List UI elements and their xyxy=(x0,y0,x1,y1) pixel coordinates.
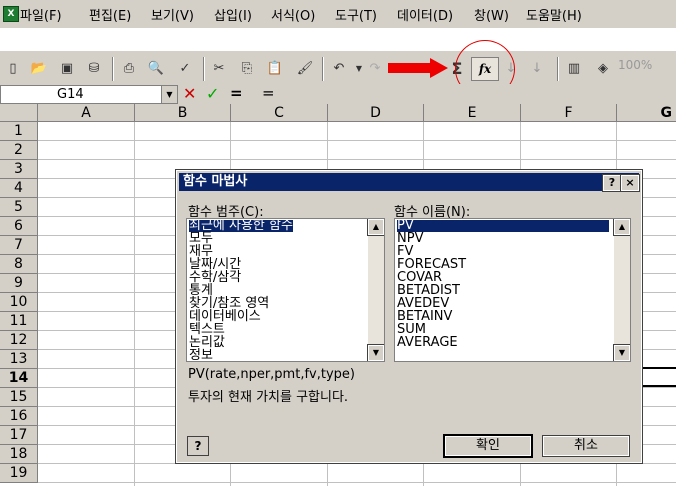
row-header[interactable]: 1 xyxy=(0,122,38,141)
column-header-e[interactable]: E xyxy=(424,104,521,122)
row-header[interactable]: 4 xyxy=(0,179,38,198)
row-header[interactable]: 19 xyxy=(0,464,38,483)
menu-data[interactable]: 데이터(D) xyxy=(397,5,453,24)
function-listbox[interactable]: PV NPV FV FORECAST COVAR BETADIST AVEDEV… xyxy=(394,218,631,362)
menu-format[interactable]: 서식(O) xyxy=(271,5,315,24)
office-assistant-icon[interactable]: ? xyxy=(187,436,209,456)
standard-toolbar: ▯ 📂 ▣ ⛁ ⎙ 🔍 ✓ ✂ ⎘ 📋 🖌 ↶ ▼ ↷ Σ ↓ ↓ ▥ ◈ xyxy=(0,50,676,86)
function-scrollbar[interactable]: ▲ ▼ xyxy=(613,219,630,361)
grid-line xyxy=(134,122,135,486)
toolbar-separator xyxy=(112,57,114,81)
category-scrollbar[interactable]: ▲ ▼ xyxy=(367,219,384,361)
spelling-icon[interactable]: ✓ xyxy=(176,60,194,78)
enter-icon[interactable]: ✓ xyxy=(206,84,219,103)
grid-line xyxy=(38,140,676,141)
grid-line xyxy=(38,159,676,160)
menu-bar: X 파일(F) 편집(E) 보기(V) 삽입(I) 서식(O) 도구(T) 데이… xyxy=(0,0,676,29)
redo-icon[interactable]: ↷ xyxy=(366,60,384,78)
row-header-active[interactable]: 14 xyxy=(0,369,38,388)
excel-app-icon[interactable]: X xyxy=(3,6,19,22)
menu-file[interactable]: 파일(F) xyxy=(20,5,62,24)
scroll-up-icon[interactable]: ▲ xyxy=(367,219,384,236)
close-icon[interactable]: × xyxy=(620,174,640,192)
cut-icon[interactable]: ✂ xyxy=(210,60,228,78)
menu-help[interactable]: 도움말(H) xyxy=(526,5,582,24)
dialog-title: 함수 마법사 xyxy=(183,174,248,189)
row-header[interactable]: 5 xyxy=(0,198,38,217)
name-box[interactable]: G14 ▼ xyxy=(0,85,178,104)
row-header[interactable]: 3 xyxy=(0,160,38,179)
column-header-b[interactable]: B xyxy=(135,104,231,122)
formula-input[interactable]: = xyxy=(262,84,275,102)
column-header-f[interactable]: F xyxy=(521,104,617,122)
menu-edit[interactable]: 편집(E) xyxy=(89,5,131,24)
chevron-down-icon[interactable]: ▼ xyxy=(161,86,177,103)
open-icon[interactable]: 📂 xyxy=(30,60,48,78)
paste-icon[interactable]: 📋 xyxy=(266,60,284,78)
category-listbox[interactable]: 최근에 사용한 함수 모두 재무 날짜/시간 수학/삼각 통계 찾기/참조 영역… xyxy=(186,218,385,362)
row-header[interactable]: 2 xyxy=(0,141,38,160)
print-icon[interactable]: ⎙ xyxy=(120,60,138,78)
menu-insert[interactable]: 삽입(I) xyxy=(214,5,252,24)
menu-view[interactable]: 보기(V) xyxy=(151,5,194,24)
scroll-up-icon[interactable]: ▲ xyxy=(613,219,630,236)
dialog-title-bar[interactable]: 함수 마법사 ? × xyxy=(179,173,640,192)
permission-icon[interactable]: ⛁ xyxy=(85,60,103,78)
row-header[interactable]: 7 xyxy=(0,236,38,255)
column-header-c[interactable]: C xyxy=(231,104,328,122)
list-item[interactable]: PV xyxy=(397,219,609,232)
row-header[interactable]: 8 xyxy=(0,255,38,274)
ok-button[interactable]: 확인 xyxy=(443,434,533,458)
row-header[interactable]: 15 xyxy=(0,388,38,407)
active-cell-g14[interactable] xyxy=(642,367,676,387)
list-item[interactable]: AVERAGE xyxy=(397,336,458,349)
row-header[interactable]: 18 xyxy=(0,445,38,464)
function-description: 투자의 현재 가치를 구합니다. xyxy=(188,390,349,405)
red-arrow-annotation xyxy=(388,58,448,78)
column-header-g[interactable]: G xyxy=(617,104,676,122)
undo-icon[interactable]: ↶ xyxy=(330,60,348,78)
menu-window[interactable]: 창(W) xyxy=(474,5,509,24)
column-header-d[interactable]: D xyxy=(328,104,424,122)
edit-formula-icon[interactable]: = xyxy=(230,84,243,102)
row-header[interactable]: 11 xyxy=(0,312,38,331)
function-syntax: PV(rate,nper,pmt,fv,type) xyxy=(188,367,355,382)
grid-line xyxy=(38,482,676,483)
row-header[interactable]: 13 xyxy=(0,350,38,369)
print-preview-icon[interactable]: 🔍 xyxy=(147,60,165,78)
cancel-entry-icon[interactable]: ✕ xyxy=(183,84,196,103)
new-file-icon[interactable]: ▯ xyxy=(4,60,22,78)
toolbar-separator xyxy=(203,57,205,81)
row-header[interactable]: 16 xyxy=(0,407,38,426)
sort-descending-icon[interactable]: ↓ xyxy=(528,60,546,78)
zoom-box[interactable]: 100% xyxy=(618,58,676,76)
select-all-corner[interactable] xyxy=(0,104,38,122)
column-header-a[interactable]: A xyxy=(38,104,135,122)
row-header[interactable]: 10 xyxy=(0,293,38,312)
drawing-icon[interactable]: ◈ xyxy=(594,60,612,78)
toolbar-separator xyxy=(557,57,559,81)
scroll-down-icon[interactable]: ▼ xyxy=(613,344,630,361)
name-box-value: G14 xyxy=(57,87,84,102)
row-header[interactable]: 9 xyxy=(0,274,38,293)
row-header[interactable]: 6 xyxy=(0,217,38,236)
chart-wizard-icon[interactable]: ▥ xyxy=(565,60,583,78)
scroll-down-icon[interactable]: ▼ xyxy=(367,344,384,361)
grid-line xyxy=(38,463,676,464)
copy-icon[interactable]: ⎘ xyxy=(238,60,256,78)
menu-tools[interactable]: 도구(T) xyxy=(335,5,377,24)
toolbar-separator xyxy=(322,57,324,81)
cancel-button[interactable]: 취소 xyxy=(542,435,630,457)
help-icon[interactable]: ? xyxy=(602,174,622,192)
save-icon[interactable]: ▣ xyxy=(58,60,76,78)
list-item[interactable]: 정보 xyxy=(189,349,213,361)
row-header[interactable]: 12 xyxy=(0,331,38,350)
formula-bar: G14 ▼ ✕ ✓ = = xyxy=(0,84,676,105)
function-wizard-dialog: 함수 마법사 ? × 함수 범주(C): 최근에 사용한 함수 모두 재무 날짜… xyxy=(175,169,643,464)
row-header[interactable]: 17 xyxy=(0,426,38,445)
format-painter-icon[interactable]: 🖌 xyxy=(296,60,314,78)
